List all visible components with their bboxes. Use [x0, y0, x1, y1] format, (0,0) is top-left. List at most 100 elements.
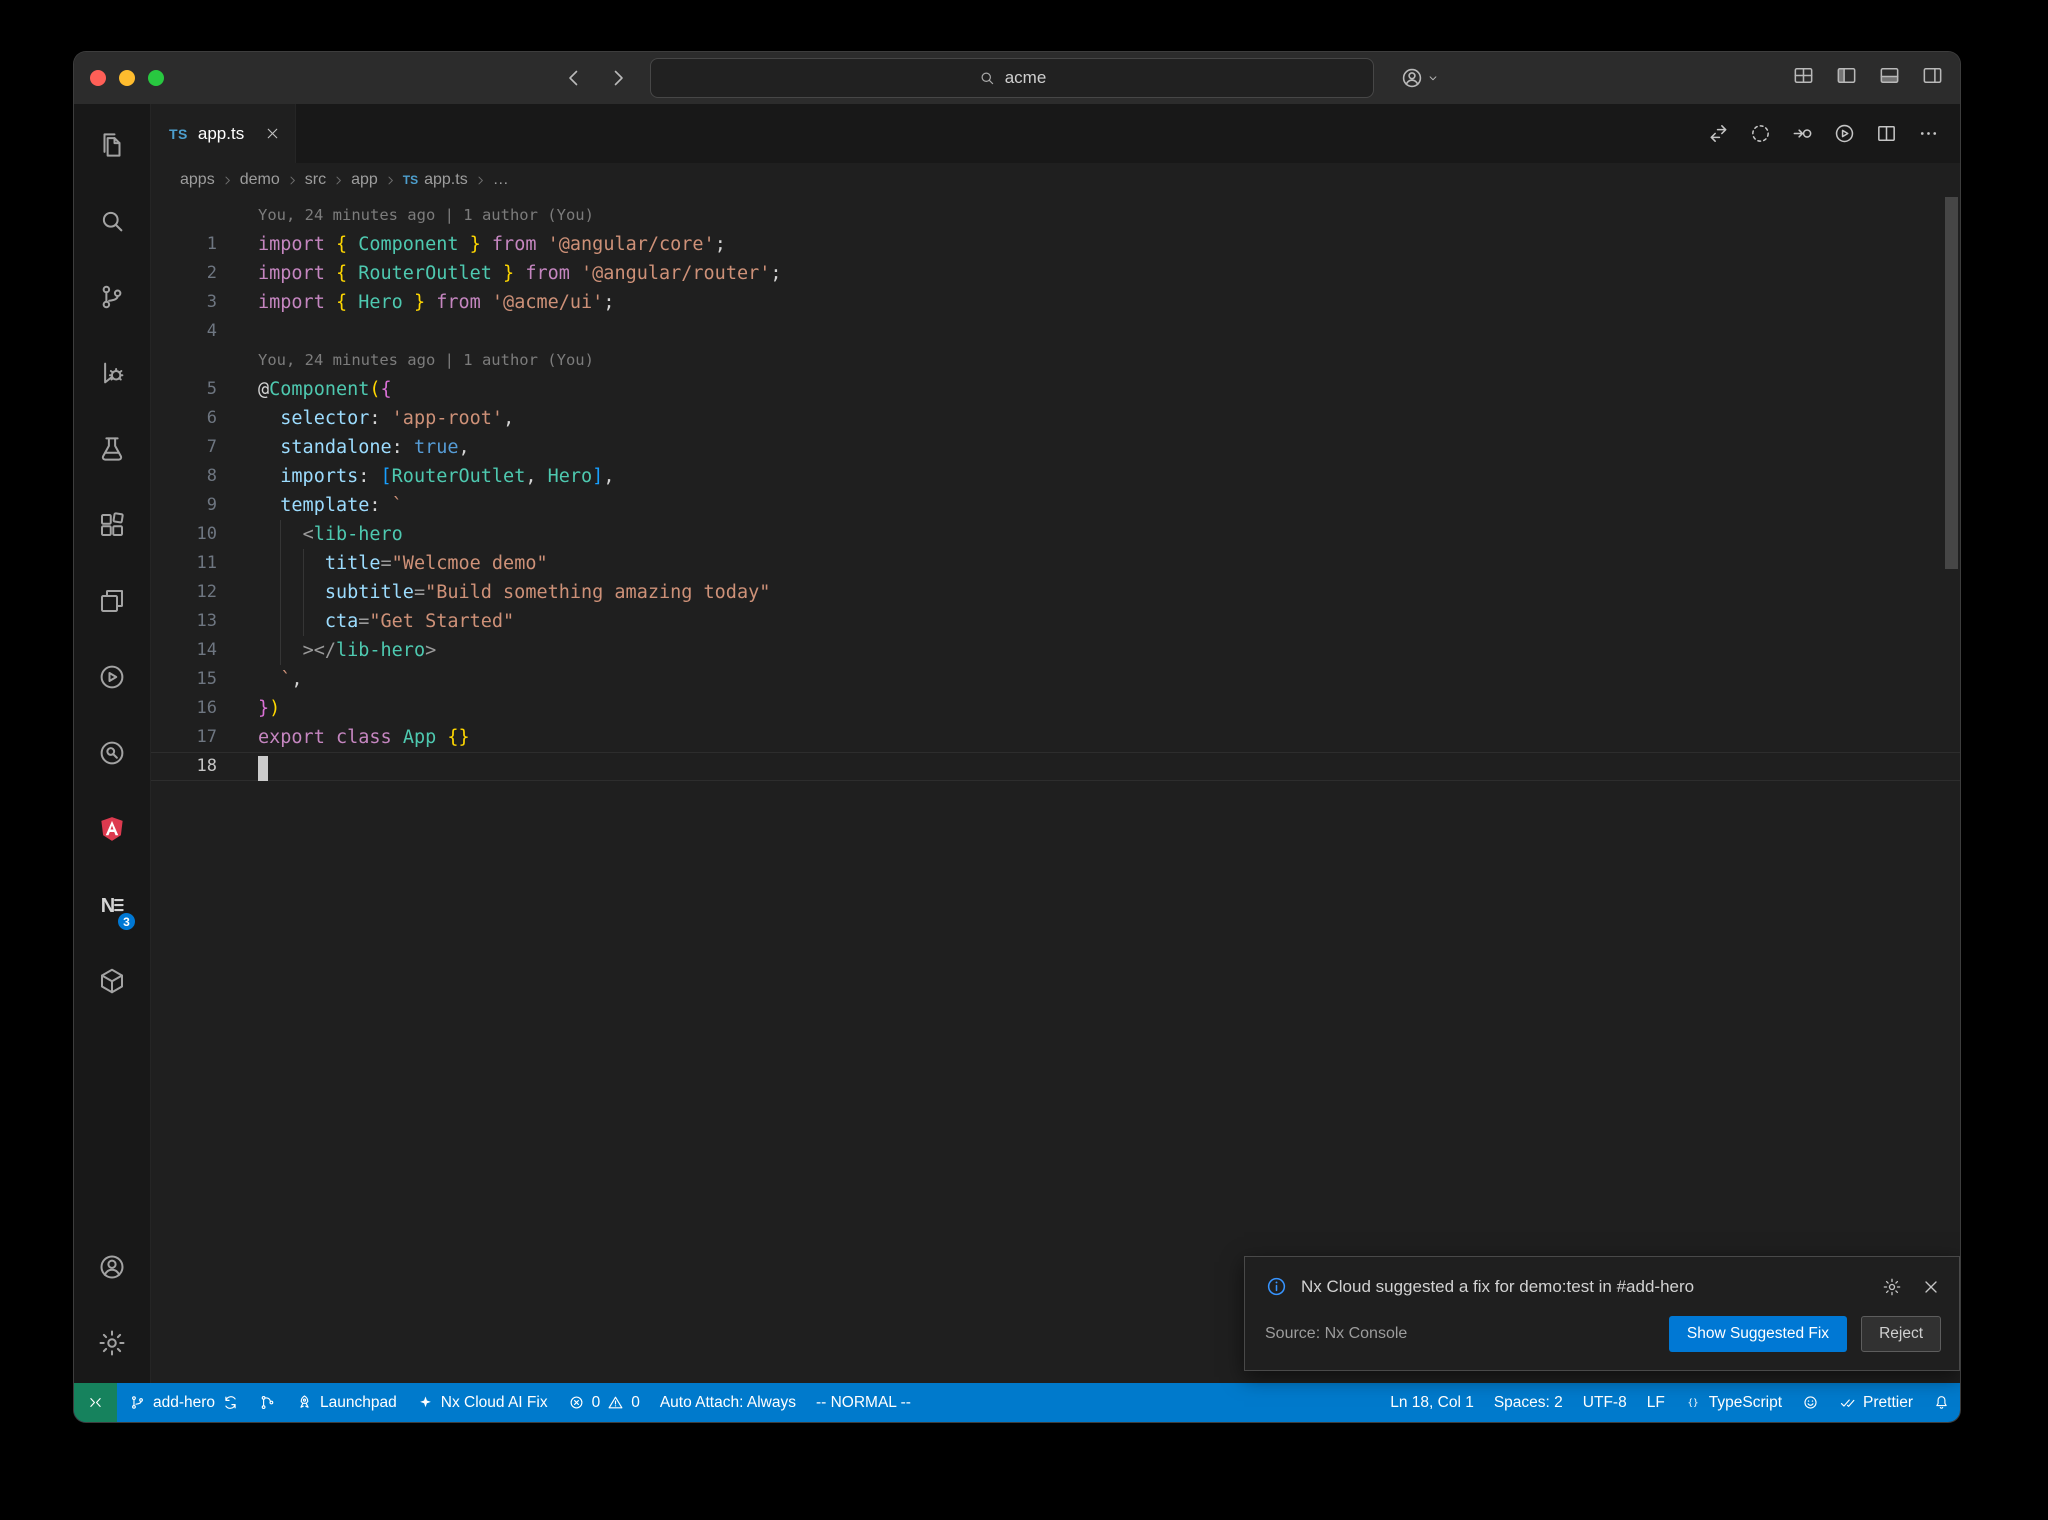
activity-bar-item-layers[interactable]	[74, 563, 150, 639]
status-item-launchpad[interactable]: Launchpad	[286, 1383, 407, 1422]
status-item-prettier[interactable]: Prettier	[1829, 1383, 1923, 1422]
search-circle-icon	[97, 738, 127, 768]
code-line[interactable]: 2 import { RouterOutlet } from '@angular/…	[151, 259, 1960, 288]
code-line[interactable]: 14 ></lib-hero>	[151, 636, 1960, 665]
minimize-window-button[interactable]	[119, 70, 135, 86]
breadcrumb-item-app.ts[interactable]: TS app.ts	[403, 171, 468, 189]
indent-guide	[280, 636, 282, 665]
activity-bar-item-nx[interactable]: N3	[74, 867, 150, 943]
code-text: <lib-hero	[217, 520, 403, 549]
command-center-search[interactable]: acme	[650, 58, 1374, 98]
navigate-forward-button[interactable]	[606, 66, 630, 90]
code-line[interactable]: 3 import { Hero } from '@acme/ui';	[151, 288, 1960, 317]
notification-close-button[interactable]	[1921, 1277, 1941, 1297]
code-line[interactable]: 9 template: `	[151, 491, 1960, 520]
notification-settings-button[interactable]	[1882, 1277, 1902, 1297]
toggle-panel-button[interactable]	[1878, 64, 1901, 92]
code-line[interactable]: 4	[151, 317, 1960, 346]
customize-layout-button[interactable]	[1792, 64, 1815, 92]
code-line[interactable]: 5 @Component({	[151, 375, 1960, 404]
status-item-notifications-bell[interactable]	[1923, 1383, 1960, 1422]
code-line[interactable]: 10 <lib-hero	[151, 520, 1960, 549]
smiley-icon	[1802, 1394, 1819, 1411]
code-line[interactable]: 8 imports: [RouterOutlet, Hero],	[151, 462, 1960, 491]
code-line[interactable]: 12 subtitle="Build something amazing tod…	[151, 578, 1960, 607]
account-icon	[1400, 66, 1424, 90]
tab-close-button[interactable]	[264, 125, 281, 142]
code-line[interactable]: 7 standalone: true,	[151, 433, 1960, 462]
split-editor-button[interactable]	[1875, 122, 1898, 145]
source-control-icon	[97, 282, 127, 312]
close-window-button[interactable]	[90, 70, 106, 86]
show-suggested-fix-button[interactable]: Show Suggested Fix	[1668, 1316, 1848, 1352]
zoom-window-button[interactable]	[148, 70, 164, 86]
activity-bar-item-angular[interactable]	[74, 791, 150, 867]
tab-app-ts[interactable]: TS app.ts	[151, 104, 297, 163]
run-icon	[1833, 122, 1856, 145]
more-actions-button[interactable]	[1917, 122, 1940, 145]
activity-bar-item-testing[interactable]	[74, 411, 150, 487]
breadcrumb-item-demo[interactable]: demo	[240, 171, 280, 189]
status-item-encoding[interactable]: UTF-8	[1573, 1383, 1637, 1422]
status-item-remote-indicator[interactable]	[74, 1383, 117, 1422]
activity-bar-item-account[interactable]	[74, 1229, 150, 1305]
breadcrumb-item-[interactable]: …	[493, 171, 509, 189]
code-line[interactable]: 15 `,	[151, 665, 1960, 694]
activity-bar-item-source-control[interactable]	[74, 259, 150, 335]
typescript-file-icon: TS	[402, 173, 419, 187]
code-line[interactable]: 13 cta="Get Started"	[151, 607, 1960, 636]
breadcrumb-label: demo	[239, 171, 280, 188]
status-item-feedback[interactable]	[1792, 1383, 1829, 1422]
accounts-menu-button[interactable]	[1400, 66, 1440, 90]
activity-bar-item-search[interactable]	[74, 183, 150, 259]
code-line[interactable]: 1 import { Component } from '@angular/cor…	[151, 230, 1960, 259]
navigate-back-button[interactable]	[562, 66, 586, 90]
activity-bar-item-run-debug[interactable]	[74, 335, 150, 411]
run-button[interactable]	[1833, 122, 1856, 145]
scrollbar-thumb[interactable]	[1945, 197, 1958, 569]
activity-bar-item-search-circle[interactable]	[74, 715, 150, 791]
code-line[interactable]: 11 title="Welcmoe demo"	[151, 549, 1960, 578]
open-changes-button[interactable]	[1707, 122, 1730, 145]
status-item-language-mode[interactable]: {} TypeScript	[1675, 1383, 1792, 1422]
activity-bar-item-explorer[interactable]	[74, 107, 150, 183]
breadcrumb-item-app[interactable]: app	[351, 171, 378, 189]
code-text: subtitle="Build something amazing today"	[217, 578, 770, 607]
code-text: standalone: true,	[280, 437, 470, 458]
line-number: 3	[206, 292, 217, 312]
activity-bar-item-extensions[interactable]	[74, 487, 150, 563]
editor-scrollbar[interactable]	[1942, 197, 1960, 1383]
navigate-forward-button[interactable]	[1791, 122, 1814, 145]
status-item-eol[interactable]: LF	[1637, 1383, 1675, 1422]
breadcrumb-item-src[interactable]: src	[305, 171, 326, 189]
toggle-secondary-sidebar-button[interactable]	[1921, 64, 1944, 92]
code-line[interactable]: 18	[151, 752, 1960, 781]
status-label: 0	[591, 1393, 601, 1411]
status-item-problems[interactable]: 00	[558, 1383, 650, 1422]
status-item-commit-graph[interactable]	[249, 1383, 286, 1422]
activity-bar-item-run-circle[interactable]	[74, 639, 150, 715]
dotted-circle-button[interactable]	[1749, 122, 1772, 145]
code-line[interactable]: 16})	[151, 694, 1960, 723]
status-label: LF	[1646, 1393, 1665, 1411]
activity-bar-item-cube[interactable]	[74, 943, 150, 1019]
status-item-indentation[interactable]: Spaces: 2	[1484, 1383, 1573, 1422]
status-label: UTF-8	[1582, 1393, 1627, 1411]
activity-bar-item-settings[interactable]	[74, 1305, 150, 1381]
blame-text: You, 24 minutes ago | 1 author (You)	[258, 206, 594, 224]
code-line[interactable]: 17 export class App {}	[151, 723, 1960, 752]
status-item-auto-attach[interactable]: Auto Attach: Always	[650, 1383, 806, 1422]
chevron-right-icon	[383, 173, 398, 188]
arrow-right-icon	[606, 66, 630, 90]
code-text: imports: [RouterOutlet, Hero],	[280, 466, 615, 487]
toggle-primary-sidebar-button[interactable]	[1835, 64, 1858, 92]
reject-button[interactable]: Reject	[1861, 1316, 1941, 1352]
status-item-git-branch[interactable]: add-hero	[119, 1383, 249, 1422]
status-item-vim-mode[interactable]: -- NORMAL --	[806, 1383, 921, 1422]
breadcrumb-item-apps[interactable]: apps	[180, 171, 215, 189]
close-icon	[1921, 1277, 1941, 1297]
status-item-cursor-position[interactable]: Ln 18, Col 1	[1380, 1383, 1484, 1422]
code-editor[interactable]: You, 24 minutes ago | 1 author (You) 1 imp…	[151, 197, 1960, 1383]
code-line[interactable]: 6 selector: 'app-root',	[151, 404, 1960, 433]
status-item-nx-cloud-ai-fix[interactable]: Nx Cloud AI Fix	[407, 1383, 558, 1422]
